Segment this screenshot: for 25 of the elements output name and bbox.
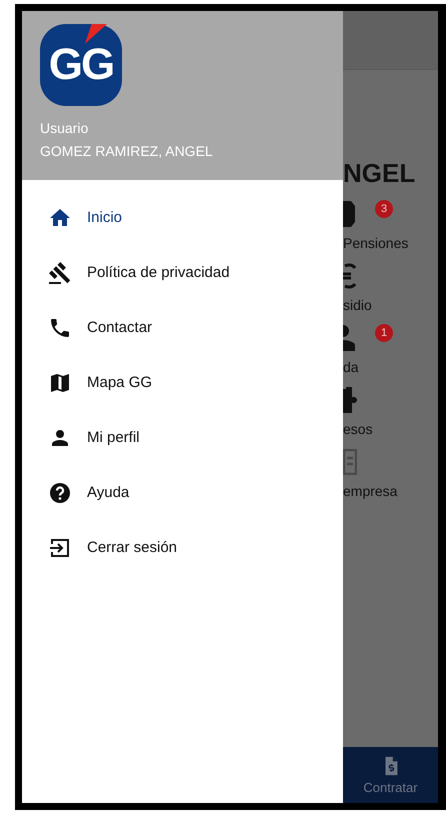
logo-accent-icon	[85, 24, 107, 46]
tile-label: da	[343, 359, 359, 375]
tile-label: empresa	[343, 483, 398, 499]
help-icon	[48, 480, 72, 504]
menu-item[interactable]: Ayuda	[22, 465, 343, 520]
tile-label: Pensiones	[343, 235, 408, 251]
app-logo: GG	[40, 24, 122, 106]
notification-badge: 3	[375, 200, 393, 218]
menu-item[interactable]: Cerrar sesión	[22, 520, 343, 575]
form-icon	[343, 449, 357, 475]
user-label: Usuario	[40, 120, 90, 136]
nav-tab[interactable]: Contratar	[343, 747, 438, 803]
user-name: GOMEZ RAMIREZ, ANGEL	[40, 143, 214, 159]
menu-item[interactable]: Contactar	[22, 300, 343, 355]
gavel-icon	[48, 260, 72, 284]
tile-label: esos	[343, 421, 373, 437]
menu-item[interactable]: Mapa GG	[22, 355, 343, 410]
menu-item[interactable]: Mi perfil	[22, 410, 343, 465]
tile-label: sidio	[343, 297, 372, 313]
page-title: NGEL	[343, 158, 416, 189]
notification-badge: 1	[375, 324, 393, 342]
menu-item[interactable]: Inicio	[22, 190, 343, 245]
menu-item[interactable]: Política de privacidad	[22, 245, 343, 300]
euro-icon	[343, 263, 357, 289]
person-icon	[343, 325, 357, 351]
